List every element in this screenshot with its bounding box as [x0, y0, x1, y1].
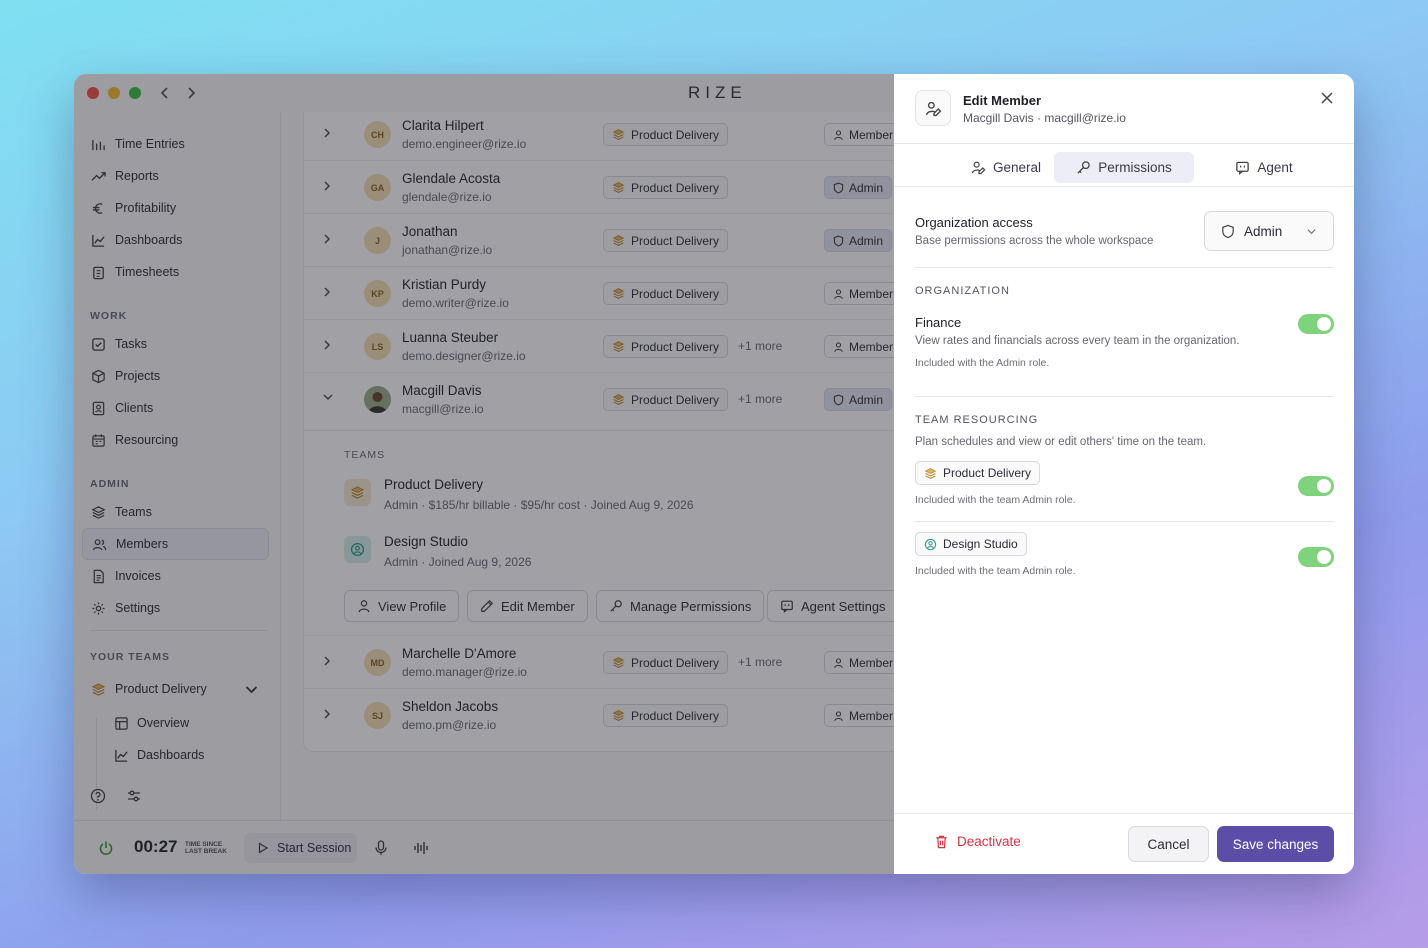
app-window: RIZE Time Entries Reports Profitability … [74, 74, 1354, 874]
org-access-desc: Base permissions across the whole worksp… [915, 235, 1154, 247]
finance-desc: View rates and financials across every t… [915, 335, 1240, 347]
key-icon [1077, 161, 1091, 174]
team-chip-design-studio: Design Studio [915, 532, 1027, 556]
team-chip-label: Product Delivery [943, 466, 1032, 480]
org-access-select[interactable]: Admin [1204, 211, 1334, 251]
divider [915, 267, 1334, 268]
modal-backdrop[interactable] [74, 74, 894, 874]
cancel-button[interactable]: Cancel [1128, 826, 1209, 862]
trash-icon [936, 835, 947, 849]
finance-toggle[interactable] [1298, 314, 1334, 334]
design-studio-resourcing-toggle[interactable] [1298, 547, 1334, 567]
team-note: Included with the team Admin role. [915, 565, 1076, 577]
tab-label: Agent [1257, 160, 1293, 175]
user-edit-icon [915, 90, 951, 126]
product-delivery-resourcing-toggle[interactable] [1298, 476, 1334, 496]
panel-subtitle: Macgill Davis · macgill@rize.io [963, 111, 1126, 125]
finance-note: Included with the Admin role. [915, 357, 1050, 369]
tab-label: Permissions [1098, 160, 1172, 175]
team-note: Included with the team Admin role. [915, 494, 1076, 506]
divider [915, 396, 1334, 397]
team-chip-label: Design Studio [943, 537, 1018, 551]
finance-label: Finance [915, 315, 962, 330]
divider [915, 521, 1334, 522]
team-chip-product-delivery: Product Delivery [915, 461, 1041, 485]
chevron-down-icon [1306, 226, 1317, 237]
panel-footer: Deactivate Cancel Save changes [894, 813, 1354, 874]
select-value: Admin [1244, 223, 1283, 239]
org-access-label: Organization access [915, 215, 1033, 230]
tab-permissions[interactable]: Permissions [1054, 152, 1194, 183]
save-changes-button[interactable]: Save changes [1217, 826, 1334, 862]
user-edit-icon [971, 161, 986, 175]
close-icon[interactable] [1320, 91, 1334, 105]
team-resourcing-heading: TEAM RESOURCING [915, 414, 1039, 426]
panel-title: Edit Member [963, 93, 1042, 108]
team-person-icon [924, 538, 937, 550]
shield-icon [1222, 224, 1234, 238]
organization-heading: ORGANIZATION [915, 285, 1010, 297]
deactivate-button[interactable]: Deactivate [934, 834, 1021, 849]
button-label: Deactivate [957, 834, 1021, 849]
tab-label: General [992, 160, 1042, 175]
panel-tabs: General Permissions Agent [894, 143, 1354, 187]
edit-member-panel: Edit Member Macgill Davis · macgill@rize… [894, 74, 1354, 874]
team-stack-icon [924, 467, 937, 479]
agent-chat-icon [1236, 161, 1250, 175]
tab-agent[interactable]: Agent [1194, 152, 1334, 183]
team-resourcing-desc: Plan schedules and view or edit others' … [915, 436, 1207, 448]
